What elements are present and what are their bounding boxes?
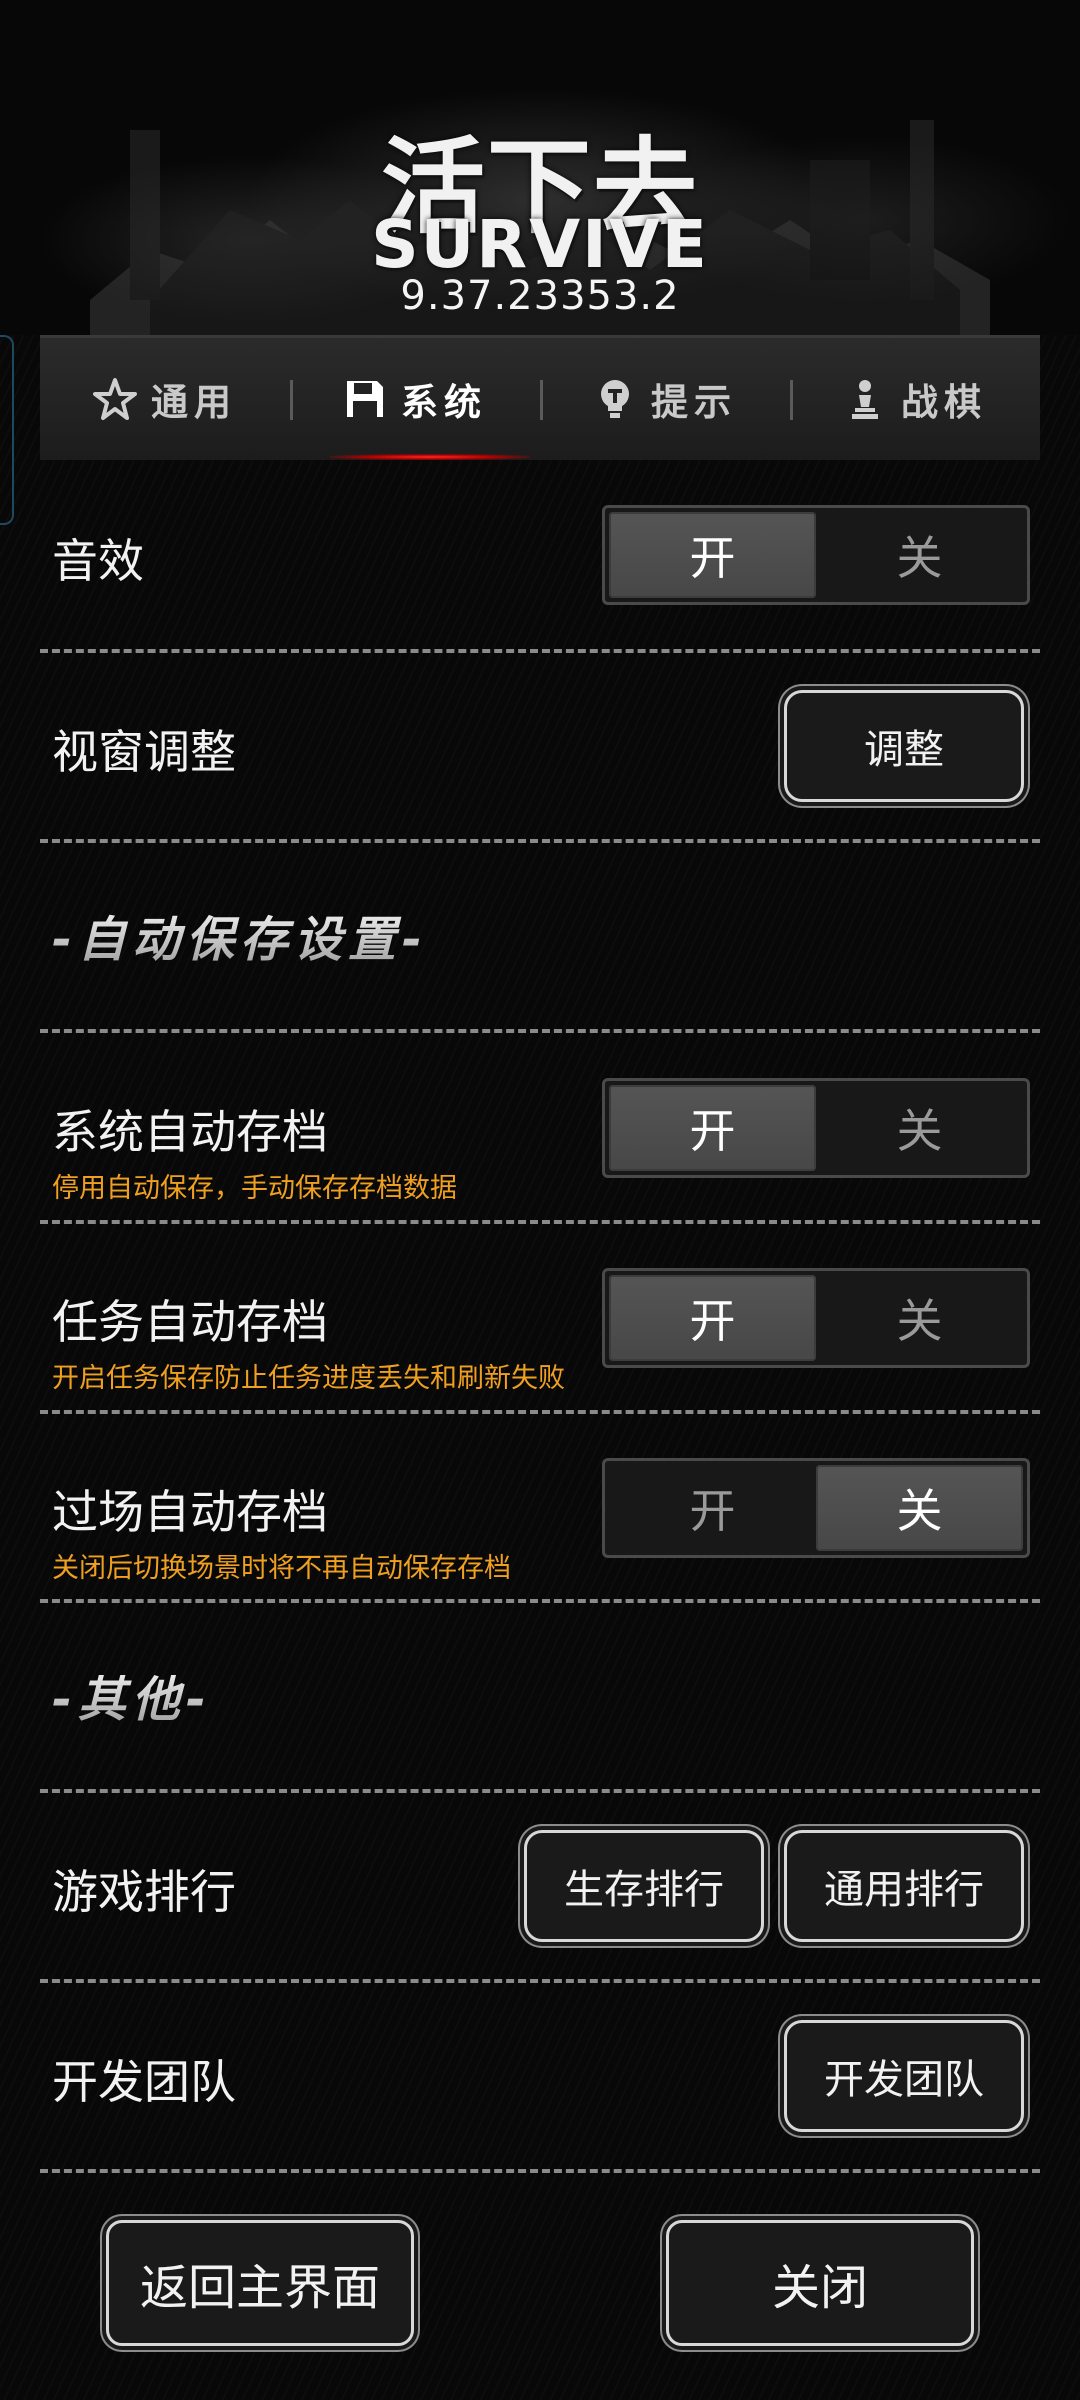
general-ranking-button[interactable]: 通用排行	[784, 1830, 1024, 1942]
version-number: 9.37.23353.2	[400, 273, 680, 319]
cutscene-autosave-hint: 关闭后切换场景时将不再自动保存存档	[52, 1553, 511, 1584]
lightbulb-icon	[601, 380, 629, 418]
dev-team-button[interactable]: 开发团队	[784, 2020, 1024, 2132]
section-autosave: -自动保存设置-	[40, 900, 1040, 970]
divider	[40, 1410, 1040, 1414]
sound-on-option[interactable]: 开	[609, 512, 816, 598]
sound-toggle[interactable]: 开 关	[602, 505, 1030, 605]
header-banner: 活下去 SURVIVE 9.37.23353.2	[0, 0, 1080, 335]
setting-row-cutscene-autosave: 过场自动存档 关闭后切换场景时将不再自动保存存档 开 关	[40, 1456, 1040, 1584]
floppy-disk-icon	[347, 381, 383, 417]
section-other: -其他-	[40, 1660, 1040, 1730]
divider	[40, 649, 1040, 653]
cutscene-autosave-label: 过场自动存档	[52, 1485, 328, 1539]
task-autosave-hint: 开启任务保存防止任务进度丢失和刷新失败	[52, 1363, 565, 1394]
task-autosave-off-option[interactable]: 关	[816, 1275, 1023, 1361]
side-panel-edge[interactable]	[0, 335, 14, 525]
ranking-label: 游戏排行	[52, 1865, 236, 1919]
setting-row-task-autosave: 任务自动存档 开启任务保存防止任务进度丢失和刷新失败 开 关	[40, 1266, 1040, 1394]
tab-system[interactable]: 系统	[290, 338, 540, 460]
game-logo-english: SURVIVE	[371, 206, 709, 283]
sound-off-option[interactable]: 关	[816, 512, 1023, 598]
tab-general[interactable]: 通用	[40, 338, 290, 460]
divider	[40, 1789, 1040, 1793]
setting-row-dev-team: 开发团队 开发团队	[40, 2020, 1040, 2132]
cutscene-autosave-off-option[interactable]: 关	[816, 1465, 1023, 1551]
task-autosave-on-option[interactable]: 开	[609, 1275, 816, 1361]
divider	[40, 1220, 1040, 1224]
tab-tips[interactable]: 提示	[540, 338, 790, 460]
divider	[40, 1599, 1040, 1603]
setting-row-viewport: 视窗调整 调整	[40, 690, 1040, 802]
survival-ranking-button[interactable]: 生存排行	[524, 1830, 764, 1942]
system-autosave-on-option[interactable]: 开	[609, 1085, 816, 1171]
system-autosave-toggle[interactable]: 开 关	[602, 1078, 1030, 1178]
sound-label: 音效	[52, 534, 144, 588]
tab-system-label: 系统	[401, 381, 487, 424]
adjust-viewport-button[interactable]: 调整	[784, 690, 1024, 802]
system-autosave-hint: 停用自动保存，手动保存存档数据	[52, 1173, 457, 1204]
viewport-label: 视窗调整	[52, 725, 236, 779]
task-autosave-label: 任务自动存档	[52, 1295, 328, 1349]
setting-row-ranking: 游戏排行 生存排行 通用排行	[40, 1830, 1040, 1942]
divider	[40, 2169, 1040, 2173]
settings-tab-bar: 通用 系统 提示 战棋	[40, 335, 1040, 460]
setting-row-system-autosave: 系统自动存档 停用自动保存，手动保存存档数据 开 关	[40, 1076, 1040, 1204]
system-autosave-label: 系统自动存档	[52, 1105, 328, 1159]
divider	[40, 1979, 1040, 1983]
close-button[interactable]: 关闭	[666, 2220, 974, 2346]
divider	[40, 1029, 1040, 1033]
return-main-menu-button[interactable]: 返回主界面	[106, 2220, 414, 2346]
tab-chess-label: 战棋	[901, 381, 987, 424]
cutscene-autosave-toggle[interactable]: 开 关	[602, 1458, 1030, 1558]
autosave-section-title: -自动保存设置-	[52, 900, 428, 970]
tab-tips-label: 提示	[651, 381, 737, 424]
task-autosave-toggle[interactable]: 开 关	[602, 1268, 1030, 1368]
tab-general-label: 通用	[151, 381, 237, 424]
tab-chess[interactable]: 战棋	[790, 338, 1040, 460]
other-section-title: -其他-	[52, 1660, 212, 1730]
setting-row-sound: 音效 开 关	[40, 505, 1040, 605]
dev-team-label: 开发团队	[52, 2055, 236, 2109]
cutscene-autosave-on-option[interactable]: 开	[609, 1465, 816, 1551]
divider	[40, 839, 1040, 843]
chess-pawn-icon	[852, 380, 878, 419]
star-icon	[93, 378, 137, 420]
system-autosave-off-option[interactable]: 关	[816, 1085, 1023, 1171]
